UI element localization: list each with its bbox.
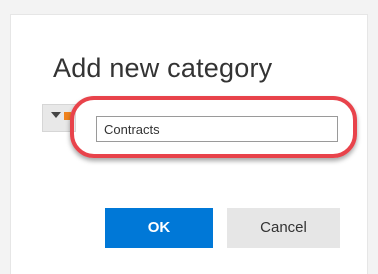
- ok-button[interactable]: OK: [105, 208, 213, 248]
- window-background: Add new category OK Cancel: [0, 0, 378, 274]
- dialog-title: Add new category: [53, 53, 273, 83]
- dropdown-arrow-icon: [51, 112, 61, 118]
- cancel-button[interactable]: Cancel: [227, 208, 340, 248]
- highlight-annotation: [70, 96, 357, 158]
